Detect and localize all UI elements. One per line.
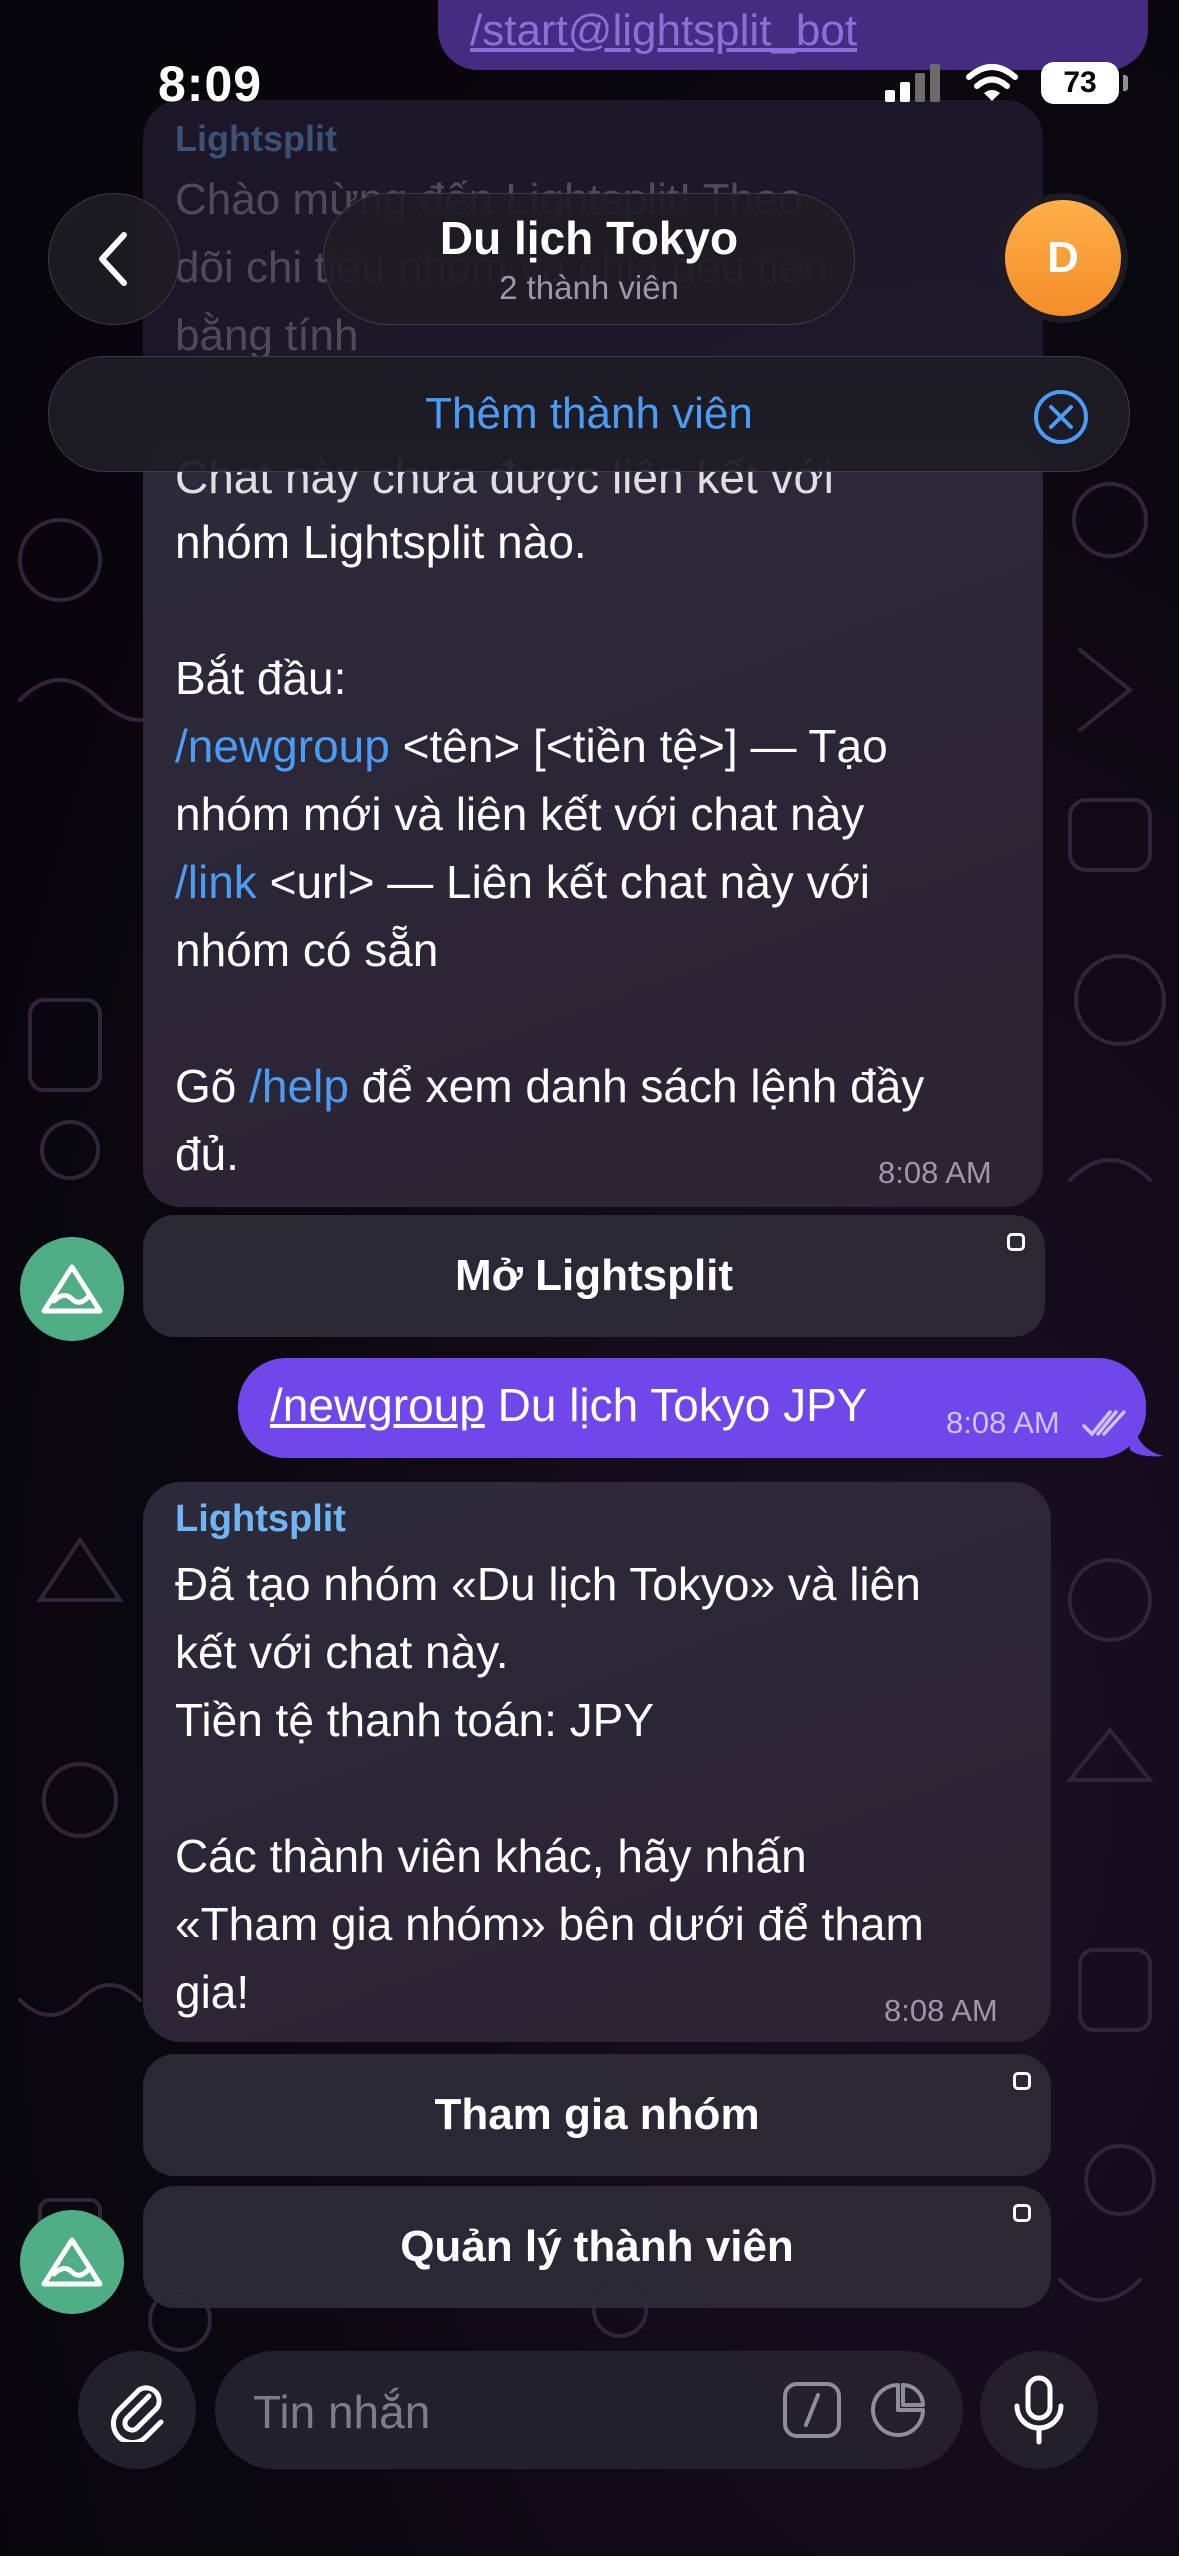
message-text: /newgroup <tên> [<tiền tệ>] — Tạo [175, 712, 888, 780]
help-description: để xem danh sách lệnh đầy [348, 1060, 925, 1112]
message-text: Bắt đầu: [175, 652, 347, 704]
voice-message-button[interactable] [980, 2351, 1098, 2469]
chat-avatar-button[interactable]: D [998, 193, 1128, 323]
microphone-icon [1014, 2375, 1064, 2445]
message-timestamp: 8:08 AM [946, 1405, 1060, 1440]
previous-line: bằng tính [175, 311, 359, 360]
message-text: Các thành viên khác, hãy nhấn [175, 1830, 807, 1882]
attach-button[interactable] [78, 2351, 196, 2469]
add-member-label[interactable]: Thêm thành viên [49, 389, 1129, 439]
web-app-icon [1007, 1233, 1025, 1251]
chevron-left-icon [99, 232, 127, 286]
double-check-icon [1082, 1410, 1126, 1437]
web-app-icon [1013, 2072, 1031, 2090]
message-text: nhóm Lightsplit nào. [175, 516, 587, 568]
add-member-banner[interactable]: Thêm thành viên [48, 356, 1130, 472]
button-label: Mở Lightsplit [454, 1251, 734, 1300]
newgroup-command-link[interactable]: /newgroup [270, 1379, 485, 1431]
paperclip-icon [110, 2385, 164, 2442]
message-text: gia! [175, 1966, 250, 2018]
newgroup-description: <tên> [<tiền tệ>] — Tạo [389, 720, 888, 772]
sticker-icon[interactable] [869, 2381, 927, 2439]
previous-sender: Lightsplit [175, 118, 337, 159]
message-text: /link <url> — Liên kết chat này với [175, 848, 870, 916]
chat-title-pill[interactable]: Du lịch Tokyo 2 thành viên [323, 193, 855, 325]
message-text: nhóm có sẵn [175, 924, 439, 976]
battery-indicator: 73 [1041, 62, 1128, 104]
manage-members-button[interactable]: Quản lý thành viên [143, 2186, 1051, 2308]
open-lightsplit-button[interactable]: Mở Lightsplit [143, 1215, 1045, 1337]
chat-title: Du lịch Tokyo [439, 212, 739, 264]
button-label: Tham gia nhóm [434, 2090, 760, 2139]
status-indicators: 73 [885, 62, 1128, 104]
bubble-tail [1130, 1410, 1164, 1457]
wifi-icon [966, 64, 1018, 101]
back-button[interactable] [48, 193, 180, 325]
bot-commands-icon[interactable] [782, 2381, 842, 2439]
message-text: kết với chat này. [175, 1626, 509, 1678]
message-text: đủ. [175, 1128, 239, 1180]
message-text: Gõ /help để xem danh sách lệnh đầy [175, 1052, 924, 1120]
link-command-link[interactable]: /link [175, 856, 257, 908]
lightsplit-logo-icon [41, 2237, 103, 2287]
outgoing-args: Du lịch Tokyo JPY [484, 1379, 868, 1431]
message-text: «Tham gia nhóm» bên dưới để tham [175, 1898, 924, 1950]
button-label: Quản lý thành viên [400, 2222, 794, 2271]
help-command-link[interactable]: /help [249, 1060, 349, 1112]
help-prefix: Gõ [175, 1060, 250, 1112]
newgroup-command-link[interactable]: /newgroup [175, 720, 390, 772]
web-app-icon [1013, 2204, 1031, 2222]
lightsplit-logo-icon [41, 1264, 103, 1314]
close-circle-icon[interactable] [1033, 389, 1089, 445]
message-input-placeholder: Tin nhắn [253, 2386, 431, 2438]
join-group-button[interactable]: Tham gia nhóm [143, 2054, 1051, 2176]
message-text: Tiền tệ thanh toán: JPY [175, 1694, 655, 1746]
bot-avatar[interactable] [20, 2210, 124, 2314]
member-count: 2 thành viên [499, 269, 679, 306]
bot-avatar[interactable] [20, 1237, 124, 1341]
status-time: 8:09 [158, 56, 263, 112]
sender-name: Lightsplit [175, 1498, 346, 1540]
message-timestamp: 8:08 AM [878, 1155, 992, 1190]
message-input[interactable]: Tin nhắn [215, 2351, 963, 2469]
message-text: nhóm mới và liên kết với chat này [175, 788, 865, 840]
outgoing-message-text: /newgroup Du lịch Tokyo JPY [270, 1378, 867, 1432]
message-text: Đã tạo nhóm «Du lịch Tokyo» và liên [175, 1558, 921, 1610]
avatar: D [1005, 200, 1121, 316]
previous-outgoing-text: /start@lightsplit_bot [470, 6, 858, 55]
cellular-signal-icon [885, 64, 940, 102]
message-timestamp: 8:08 AM [884, 1993, 998, 2028]
link-description: <url> — Liên kết chat này với [256, 856, 870, 908]
